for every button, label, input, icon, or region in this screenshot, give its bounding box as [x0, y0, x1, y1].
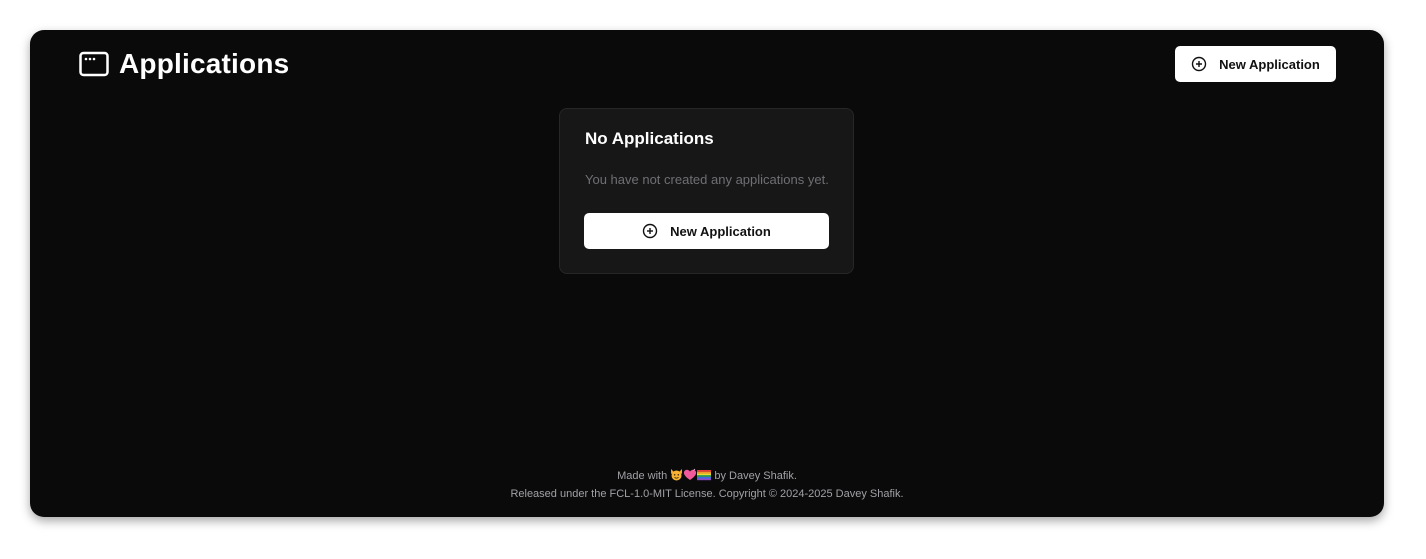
- footer-license: Released under the FCL-1.0-MIT License. …: [510, 488, 904, 500]
- rainbow-flag-emoji: [697, 469, 712, 486]
- footer: Made with by Davey Shafik. Released unde…: [30, 468, 1384, 502]
- empty-state-card: No Applications You have not created any…: [559, 108, 854, 274]
- cat-face-emoji: [670, 468, 683, 486]
- footer-made-with: Made with by Davey Shafik.: [30, 468, 1384, 486]
- title-group: Applications: [79, 48, 289, 80]
- empty-state-button-label: New Application: [670, 223, 771, 239]
- app-window-icon: [79, 51, 109, 77]
- page-header: Applications New Application: [30, 30, 1384, 100]
- new-application-button-label: New Application: [1219, 56, 1320, 72]
- app-window: Applications New Application No Applicat…: [30, 30, 1384, 517]
- page-title: Applications: [119, 48, 290, 79]
- heart-emoji: [683, 468, 697, 486]
- made-with-prefix: Made with: [617, 470, 668, 482]
- made-with-suffix: by Davey Shafik.: [714, 470, 797, 482]
- new-application-button[interactable]: New Application: [1175, 46, 1336, 82]
- plus-circle-icon: [1191, 56, 1207, 72]
- empty-state-title: No Applications: [585, 129, 714, 148]
- plus-circle-icon: [642, 223, 658, 239]
- empty-state-new-application-button[interactable]: New Application: [584, 213, 829, 249]
- empty-state-message: You have not created any applications ye…: [585, 172, 829, 187]
